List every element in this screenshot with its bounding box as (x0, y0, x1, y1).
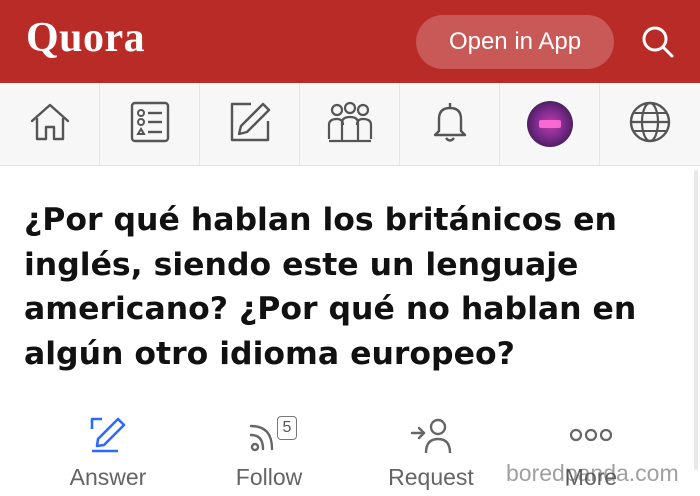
more-dots-icon (568, 412, 614, 458)
top-header: Quora Open in App (0, 0, 700, 83)
request-button[interactable]: Request (361, 412, 501, 496)
avatar (526, 101, 573, 147)
nav-following[interactable] (100, 83, 200, 165)
watermark: boredpanda.com (506, 460, 679, 486)
follow-rss-icon: 5 (247, 412, 297, 458)
nav-spaces[interactable] (300, 83, 400, 165)
nav-write[interactable] (200, 83, 300, 165)
scrollbar[interactable] (694, 170, 698, 470)
open-in-app-button[interactable]: Open in App (416, 15, 614, 69)
request-user-icon (408, 412, 454, 458)
nav-notifications[interactable] (400, 83, 500, 165)
nav-language[interactable] (600, 83, 700, 165)
people-group-icon (325, 99, 375, 150)
request-label: Request (388, 464, 474, 490)
answer-button[interactable]: Answer (38, 412, 178, 496)
home-icon (27, 99, 73, 150)
globe-icon (627, 99, 673, 150)
answer-pencil-icon (88, 412, 128, 458)
answer-label: Answer (69, 464, 147, 490)
question-title[interactable]: ¿Por qué hablan los británicos en inglés… (24, 198, 674, 376)
bell-icon (427, 99, 473, 150)
quora-logo[interactable]: Quora (26, 14, 145, 62)
nav-profile[interactable] (500, 83, 600, 165)
follow-label: Follow (235, 464, 303, 490)
main-nav (0, 83, 700, 166)
search-icon[interactable] (638, 22, 678, 62)
pencil-square-icon (227, 99, 273, 150)
follow-count-badge: 5 (277, 416, 297, 440)
follow-button[interactable]: 5 Follow (199, 412, 339, 496)
feed-list-icon (127, 99, 173, 150)
nav-home[interactable] (0, 83, 100, 165)
